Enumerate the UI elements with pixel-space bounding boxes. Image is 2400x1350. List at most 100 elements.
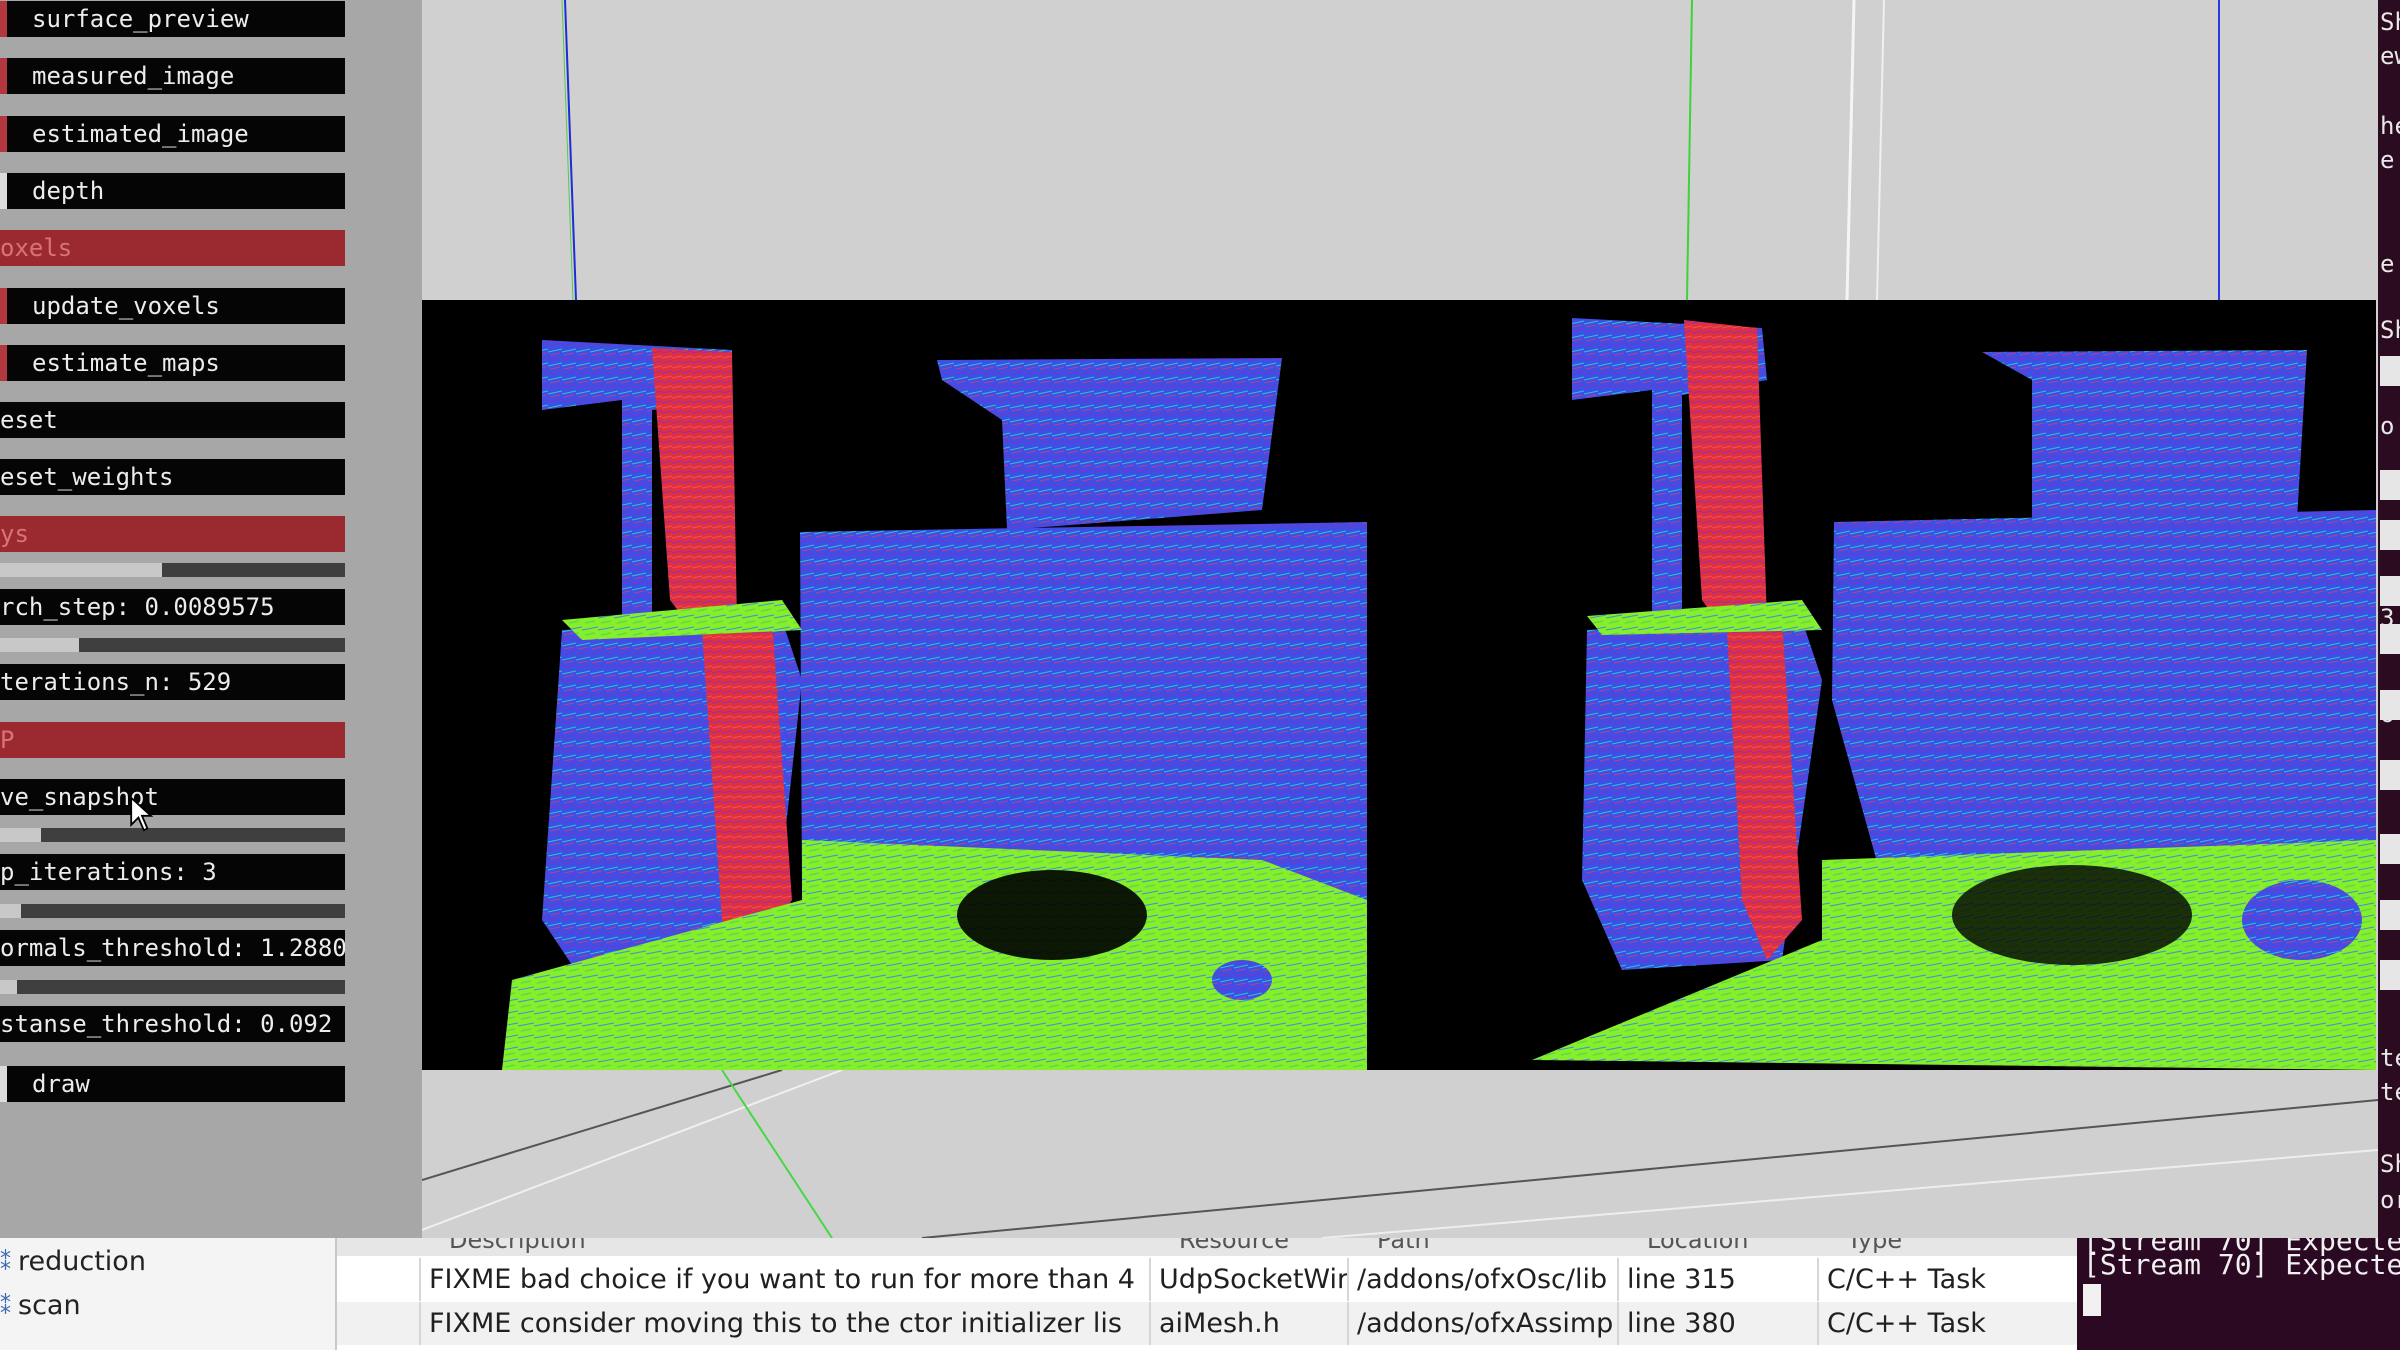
gui-label: terations_n: 529 [0,668,232,696]
strip-panel [2380,520,2400,550]
gui-label: update_voxels [32,292,220,320]
cell-path: /addons/ofxAssimp [1347,1302,1617,1345]
strip-text: te [2380,1044,2400,1072]
slider-fill [0,563,163,577]
gui-label: eset [0,406,58,434]
gui-value-14[interactable]: p_iterations: 3 [0,854,345,890]
column-header[interactable]: Location [1647,1238,1749,1254]
strip-text: he [2380,112,2400,140]
cell-location: line 380 [1617,1302,1817,1345]
gui-value-16[interactable]: stanse_threshold: 0.092 [0,1006,345,1042]
strip-text: o [2380,412,2395,440]
gui-label: estimate_maps [32,349,220,377]
tree-item-label: scan [18,1290,81,1321]
slider-fill [0,828,42,842]
cell-type: C/C++ Task [1817,1258,2077,1301]
cell-type: C/C++ Task [1817,1302,2077,1345]
right-terminal-strip: ShewheeeSho3.06.0teteShore [2378,0,2400,1238]
gui-label: ormals_threshold: 1.2880 [0,934,345,962]
gui-value-15[interactable]: ormals_threshold: 1.2880 [0,930,345,966]
gui-label: depth [32,177,105,205]
tree-item[interactable]: ⁑ scan [0,1286,81,1326]
slider-fill [0,980,18,994]
strip-text: Sh [2380,1150,2400,1178]
gui-label: measured_image [32,62,235,90]
c-file-icon: ⁑ [0,1251,11,1276]
tasks-table: Description Resource Path Location Type FIXM… [337,1238,2077,1350]
tree-item-label: reduction [18,1246,146,1277]
gui-group-4: oxels [0,230,345,266]
gui-label: draw [32,1070,90,1098]
strip-text: or [2380,1186,2400,1214]
gui-label: rch_step: 0.0089575 [0,593,275,621]
gui-slider[interactable] [0,563,345,577]
gui-toggle-1[interactable]: measured_image [0,58,345,94]
gui-label: stanse_threshold: 0.092 [0,1010,333,1038]
gui-toggle-17[interactable]: draw [0,1066,345,1102]
strip-text: e [2380,146,2395,174]
gui-toggle-5[interactable]: update_voxels [0,288,345,324]
3d-viewport[interactable] [422,0,2378,1238]
strip-panel [2380,760,2400,790]
gui-label: ys [0,520,29,548]
gui-label: estimated_image [32,120,249,148]
column-header[interactable]: Type [1847,1238,1902,1254]
gui-toggle-3[interactable]: depth [0,173,345,209]
project-tree: ⁑ reduction ⁑ scan [0,1238,337,1350]
gui-toggle-0[interactable]: surface_preview [0,1,345,37]
c-file-icon: ⁑ [0,1295,11,1320]
gui-group-12: P [0,722,345,758]
gui-label: eset_weights [0,463,174,491]
slider-fill [0,904,21,918]
row-icon-cell [337,1258,419,1301]
gui-label: P [0,726,15,754]
point-cloud-render [502,318,2376,1070]
strip-panel [2380,356,2400,386]
table-row[interactable]: FIXME bad choice if you want to run for … [337,1258,2077,1301]
gui-slider[interactable] [0,904,345,918]
row-icon-cell [337,1302,419,1345]
strip-text: te [2380,1078,2400,1106]
point-cloud-view [422,300,2376,1070]
gui-button-13[interactable]: ve_snapshot [0,779,345,815]
gui-slider[interactable] [0,638,345,652]
strip-panel [2380,470,2400,500]
cell-resource: aiMesh.h [1149,1302,1347,1345]
table-row[interactable]: FIXME consider moving this to the ctor i… [337,1302,2077,1345]
gui-label: oxels [0,234,73,262]
measured-cloud [502,340,1367,1070]
strip-text: Sh [2380,316,2400,344]
strip-panel [2380,624,2400,654]
strip-text: ew [2380,42,2400,70]
gui-button-8[interactable]: eset_weights [0,459,345,495]
strip-panel [2380,900,2400,930]
column-header[interactable]: Path [1377,1238,1430,1254]
estimated-cloud [1532,318,2376,1070]
strip-panel [2380,690,2400,720]
strip-text: e [2380,250,2395,278]
gui-toggle-6[interactable]: estimate_maps [0,345,345,381]
mouse-cursor-icon [130,796,154,832]
strip-panel [2380,834,2400,864]
strip-text: Sh [2380,8,2400,36]
cell-path: /addons/ofxOsc/lib [1347,1258,1617,1301]
gui-slider[interactable] [0,980,345,994]
slider-fill [0,638,80,652]
column-header[interactable]: Resource [1179,1238,1289,1254]
gui-slider[interactable] [0,828,345,842]
cell-resource: UdpSocketWir [1149,1258,1347,1301]
strip-panel [2380,960,2400,990]
terminal-caret [2083,1284,2101,1316]
tasks-header: Description Resource Path Location Type [337,1238,2077,1256]
gui-toggle-2[interactable]: estimated_image [0,116,345,152]
gui-value-11[interactable]: terations_n: 529 [0,664,345,700]
gui-label: p_iterations: 3 [0,858,217,886]
terminal-output[interactable]: [Stream 70] Expecte [Stream 70] Expecte [2077,1238,2400,1350]
gui-group-9: ys [0,516,345,552]
cell-description: FIXME bad choice if you want to run for … [419,1258,1149,1301]
column-header[interactable]: Description [449,1238,586,1254]
gui-button-7[interactable]: eset [0,402,345,438]
cell-description: FIXME consider moving this to the ctor i… [419,1302,1149,1345]
tree-item[interactable]: ⁑ reduction [0,1242,146,1282]
gui-value-10[interactable]: rch_step: 0.0089575 [0,589,345,625]
